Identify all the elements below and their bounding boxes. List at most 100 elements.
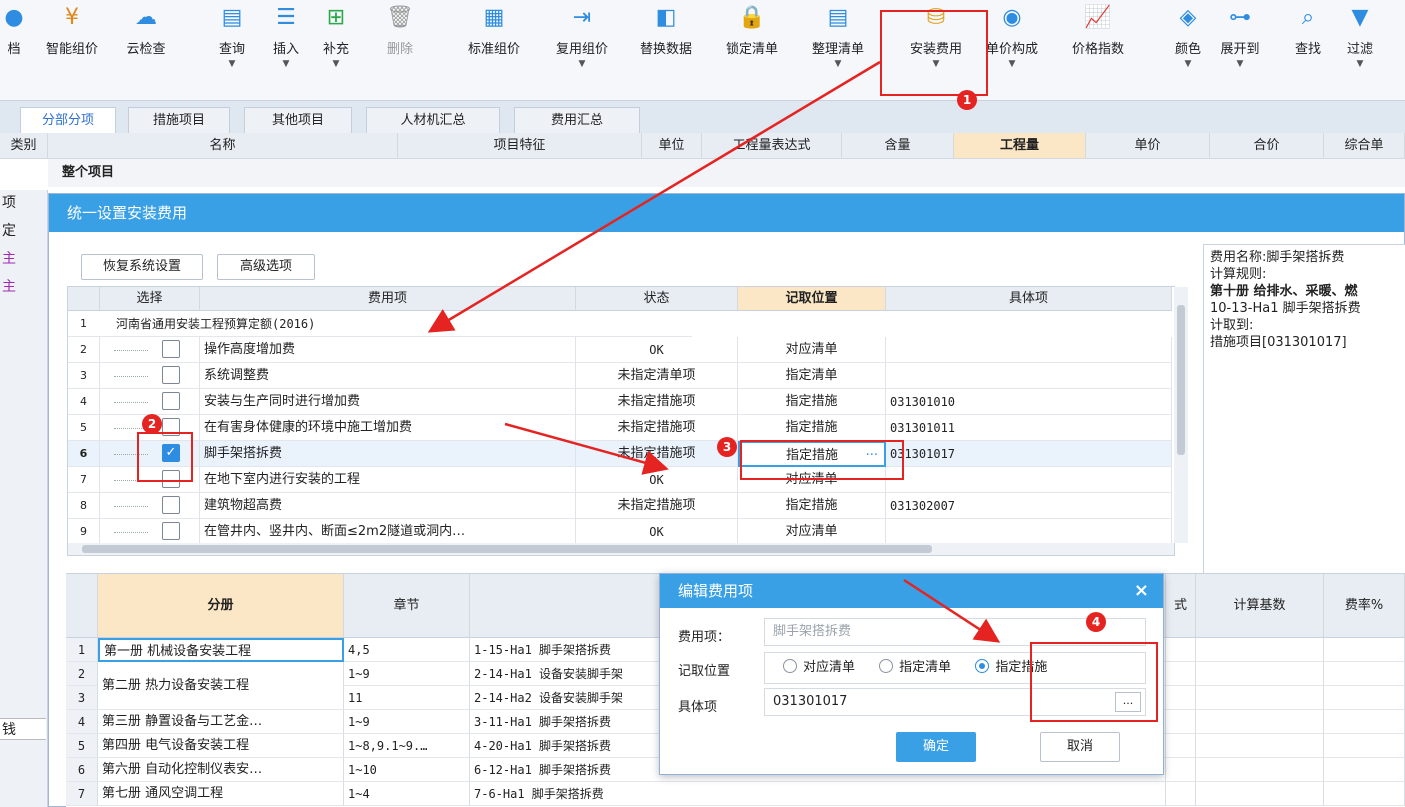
chapter[interactable]: 1~8,9.1~9.…	[344, 734, 470, 758]
col-category[interactable]: 类别	[0, 133, 48, 159]
col-quantity[interactable]: 工程量	[954, 133, 1086, 159]
fee-item-name[interactable]: 操作高度增加费	[200, 337, 576, 363]
row-number[interactable]: 5	[68, 415, 100, 441]
toolbar-item-expand[interactable]: ⊶ 展开到 ▼	[1214, 4, 1266, 69]
scroll-thumb[interactable]	[1177, 305, 1185, 455]
fee-item-name[interactable]: 在管井内、竖井内、断面≤2m2隧道或洞内…	[200, 519, 576, 545]
col-fee-item[interactable]: 费用项	[200, 287, 576, 311]
chapter[interactable]: 11	[344, 686, 470, 710]
book-name[interactable]: 第七册 通风空调工程	[98, 782, 344, 806]
rate-cell[interactable]	[1324, 758, 1405, 782]
radio-button[interactable]	[783, 659, 797, 673]
rate-cell[interactable]	[1324, 710, 1405, 734]
row-number[interactable]: 7	[68, 467, 100, 493]
book-name[interactable]: 第二册 热力设备安装工程	[98, 662, 344, 710]
scroll-thumb[interactable]	[82, 545, 932, 553]
fee-position[interactable]: 指定清单	[738, 363, 886, 389]
formula-cell[interactable]	[1166, 662, 1196, 686]
toolbar-item-standard-price[interactable]: ▦ 标准组价	[456, 4, 532, 57]
book-name[interactable]: 第四册 电气设备安装工程	[98, 734, 344, 758]
fee-checkbox[interactable]	[162, 392, 180, 410]
col-total[interactable]: 合价	[1210, 133, 1324, 159]
col-unit[interactable]: 单位	[642, 133, 702, 159]
fee-checkbox[interactable]	[162, 522, 180, 540]
formula-cell[interactable]	[1166, 638, 1196, 662]
fee-item-name[interactable]: 在地下室内进行安装的工程	[200, 467, 576, 493]
toolbar-item-color[interactable]: ◈ 颜色 ▼	[1168, 4, 1208, 69]
fee-status[interactable]: 未指定清单项	[576, 363, 738, 389]
fee-specific-item[interactable]	[886, 363, 1172, 389]
toolbar-item-reuse-price[interactable]: ⇥ 复用组价 ▼	[544, 4, 620, 69]
tab-other[interactable]: 其他项目	[244, 107, 352, 133]
rate-cell[interactable]	[1324, 662, 1405, 686]
col-quantity-expr[interactable]: 工程量表达式	[702, 133, 842, 159]
horizontal-scrollbar[interactable]	[68, 543, 1174, 555]
calc-base-cell[interactable]	[1196, 662, 1324, 686]
fee-position[interactable]: 指定措施	[738, 493, 886, 519]
formula-cell[interactable]	[1166, 686, 1196, 710]
fee-position[interactable]: 指定措施	[738, 389, 886, 415]
restore-system-button[interactable]: 恢复系统设置	[81, 254, 203, 280]
radio-button[interactable]	[975, 659, 990, 673]
select-cell[interactable]	[100, 493, 200, 519]
ok-button[interactable]: 确定	[896, 732, 976, 762]
select-cell[interactable]	[100, 389, 200, 415]
toolbar-item-price-index[interactable]: 📈 价格指数	[1060, 4, 1136, 57]
row-number[interactable]: 5	[66, 734, 98, 758]
fee-item-name[interactable]: 脚手架搭拆费	[200, 441, 576, 467]
tab-labor-material[interactable]: 人材机汇总	[366, 107, 500, 133]
row-number[interactable]: 3	[66, 686, 98, 710]
col-unit-price[interactable]: 单价	[1086, 133, 1210, 159]
fee-item-name[interactable]: 在有害身体健康的环境中施工增加费	[200, 415, 576, 441]
toolbar-item-replace-data[interactable]: ◧ 替换数据	[628, 4, 704, 57]
fee-checkbox[interactable]	[162, 496, 180, 514]
fee-specific-item[interactable]	[886, 519, 1172, 545]
fee-specific-item[interactable]: 031301017	[886, 441, 1172, 467]
row-number[interactable]: 2	[66, 662, 98, 686]
row-whole-project[interactable]: 整个项目	[48, 159, 1405, 187]
rate-cell[interactable]	[1324, 782, 1405, 806]
col-position[interactable]: 记取位置	[738, 287, 886, 311]
vertical-scrollbar[interactable]	[1174, 287, 1188, 543]
book-name[interactable]: 第一册 机械设备安装工程	[98, 638, 344, 662]
col-rate[interactable]: 费率%	[1324, 574, 1405, 638]
select-cell[interactable]	[100, 519, 200, 545]
fee-status[interactable]: 未指定措施项	[576, 493, 738, 519]
fee-status[interactable]: 未指定措施项	[576, 441, 738, 467]
toolbar-item-query[interactable]: ▤ 查询 ▼	[212, 4, 252, 69]
formula-cell[interactable]	[1166, 758, 1196, 782]
toolbar-item-filter[interactable]: ▼ 过滤 ▼	[1340, 4, 1380, 69]
toolbar-item-supplement[interactable]: ⊞ 补充 ▼	[316, 4, 356, 69]
fee-specific-item[interactable]	[886, 337, 1172, 363]
fee-status[interactable]: OK	[576, 337, 738, 363]
fee-status[interactable]: 未指定措施项	[576, 389, 738, 415]
toolbar-item-organize-list[interactable]: ▤ 整理清单 ▼	[800, 4, 876, 69]
advanced-options-button[interactable]: 高级选项	[217, 254, 315, 280]
fee-status[interactable]: 未指定措施项	[576, 415, 738, 441]
fee-item-name[interactable]: 建筑物超高费	[200, 493, 576, 519]
row-number[interactable]: 2	[68, 337, 100, 363]
fee-checkbox[interactable]	[162, 366, 180, 384]
toolbar-item-find[interactable]: ⌕ 查找	[1288, 4, 1328, 57]
radio-corresponding-list[interactable]: 对应清单	[783, 659, 855, 675]
rate-cell[interactable]	[1324, 638, 1405, 662]
col-name[interactable]: 名称	[48, 133, 398, 159]
row-number[interactable]: 6	[68, 441, 100, 467]
calc-base-cell[interactable]	[1196, 758, 1324, 782]
row-number[interactable]: 4	[68, 389, 100, 415]
fee-position[interactable]: 对应清单	[738, 519, 886, 545]
fee-checkbox[interactable]	[162, 340, 180, 358]
col-calc-base[interactable]: 计算基数	[1196, 574, 1324, 638]
col-specific-item[interactable]: 具体项	[886, 287, 1172, 311]
radio-button[interactable]	[879, 659, 894, 673]
quota-item[interactable]: 7-6-Ha1 脚手架搭拆费	[470, 782, 1166, 806]
group-name[interactable]: 河南省通用安装工程预算定额(2016)	[92, 311, 692, 337]
toolbar-item-lock-list[interactable]: 🔒 锁定清单	[714, 4, 790, 57]
toolbar-item-smart-price[interactable]: ¥ 智能组价	[34, 4, 110, 57]
fee-item-name[interactable]: 安装与生产同时进行增加费	[200, 389, 576, 415]
chapter[interactable]: 1~9	[344, 710, 470, 734]
cancel-button[interactable]: 取消	[1040, 732, 1120, 762]
calc-base-cell[interactable]	[1196, 638, 1324, 662]
col-status[interactable]: 状态	[576, 287, 738, 311]
fee-specific-item[interactable]: 031301010	[886, 389, 1172, 415]
